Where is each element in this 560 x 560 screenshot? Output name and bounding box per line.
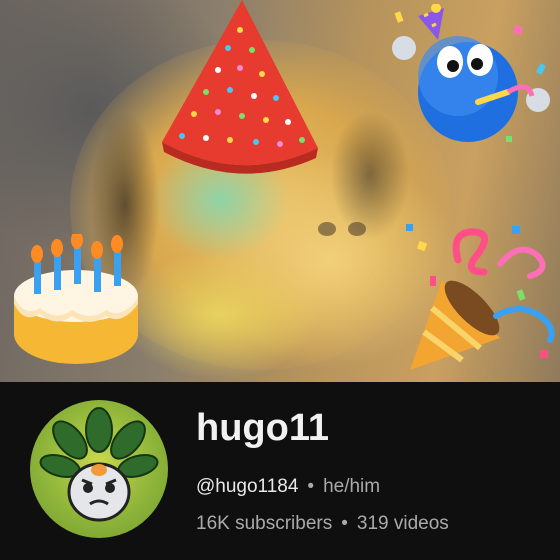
channel-handle-row: @hugo1184 • he/him [196, 474, 380, 500]
channel-pronouns: he/him [323, 476, 381, 497]
party-popper-icon [406, 224, 555, 370]
separator-dot: • [341, 513, 348, 534]
video-count[interactable]: 319 videos [357, 513, 449, 534]
party-hat-icon [162, 0, 318, 174]
party-emoji-icon [392, 4, 550, 142]
channel-avatar[interactable] [30, 400, 168, 538]
channel-name: hugo11 [196, 407, 330, 449]
channel-banner [0, 0, 560, 382]
subscriber-count: 16K subscribers [196, 513, 333, 534]
channel-header: hugo11 @hugo1184 • he/him 16K subscribers •… [0, 382, 560, 560]
separator-dot: • [307, 476, 315, 497]
birthday-cake-icon [14, 234, 138, 364]
channel-handle[interactable]: @hugo1184 [196, 476, 298, 497]
channel-stats-row: 16K subscribers • 319 videos [196, 511, 449, 537]
channel-page: hugo11 @hugo1184 • he/him 16K subscribers •… [0, 0, 560, 560]
